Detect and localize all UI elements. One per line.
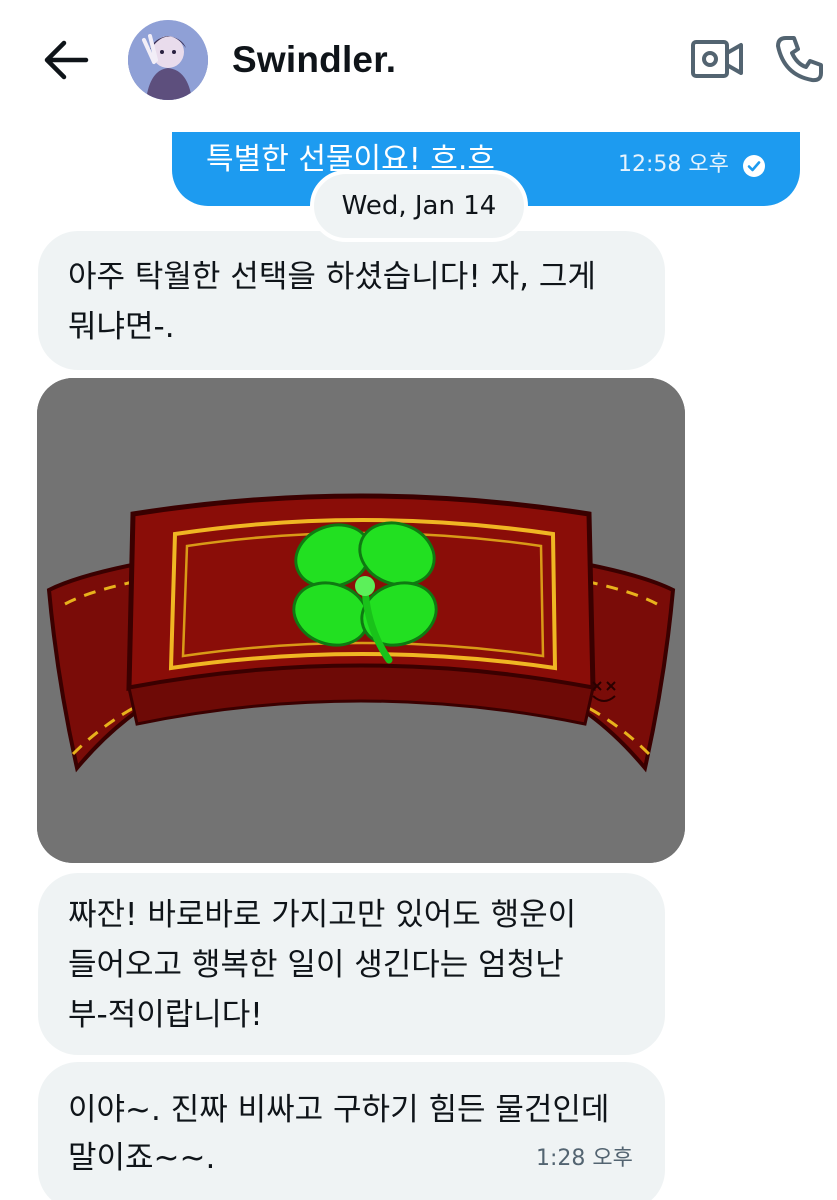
contact-avatar[interactable] (128, 20, 208, 100)
video-camera-icon (691, 40, 743, 78)
message-time: 1:28 오후 (536, 1146, 633, 1171)
contact-name[interactable]: Swindler. (232, 38, 396, 82)
sent-message-time: 12:58 오후 (618, 152, 729, 177)
date-divider: Wed, Jan 14 (310, 170, 528, 242)
avatar-image (128, 20, 208, 100)
message-line: 이야~. 진짜 비싸고 구하기 힘든 물건인데 (68, 1092, 610, 1128)
message-line: 짜잔! 바로바로 가지고만 있어도 행운이 (68, 897, 577, 933)
received-message-bubble[interactable]: 아주 탁월한 선택을 하셨습니다! 자, 그게 뭐냐면-. (38, 231, 665, 370)
received-message-bubble[interactable]: 이야~. 진짜 비싸고 구하기 힘든 물건인데 말이죠~~. 1:28 오후 (38, 1062, 665, 1200)
video-call-button[interactable] (690, 36, 744, 82)
conversation-header: Swindler. (0, 0, 837, 125)
message-line: 들어오고 행복한 일이 생긴다는 엄청난 (68, 947, 564, 983)
message-line: 뭐냐면-. (68, 309, 175, 345)
clover-ribbon-drawing (37, 378, 685, 863)
image-attachment[interactable] (37, 378, 685, 863)
voice-call-button[interactable] (772, 32, 826, 86)
message-line: 아주 탁월한 선택을 하셨습니다! 자, 그게 (68, 259, 596, 295)
read-check-icon (743, 155, 765, 177)
message-line: 부-적이랍니다! (68, 997, 263, 1033)
received-message-bubble[interactable]: 짜잔! 바로바로 가지고만 있어도 행운이 들어오고 행복한 일이 생긴다는 엄… (38, 873, 665, 1055)
back-button[interactable] (40, 38, 90, 82)
arrow-left-icon (44, 40, 89, 80)
phone-icon (776, 36, 823, 83)
message-line: 말이죠~~. (68, 1140, 216, 1176)
